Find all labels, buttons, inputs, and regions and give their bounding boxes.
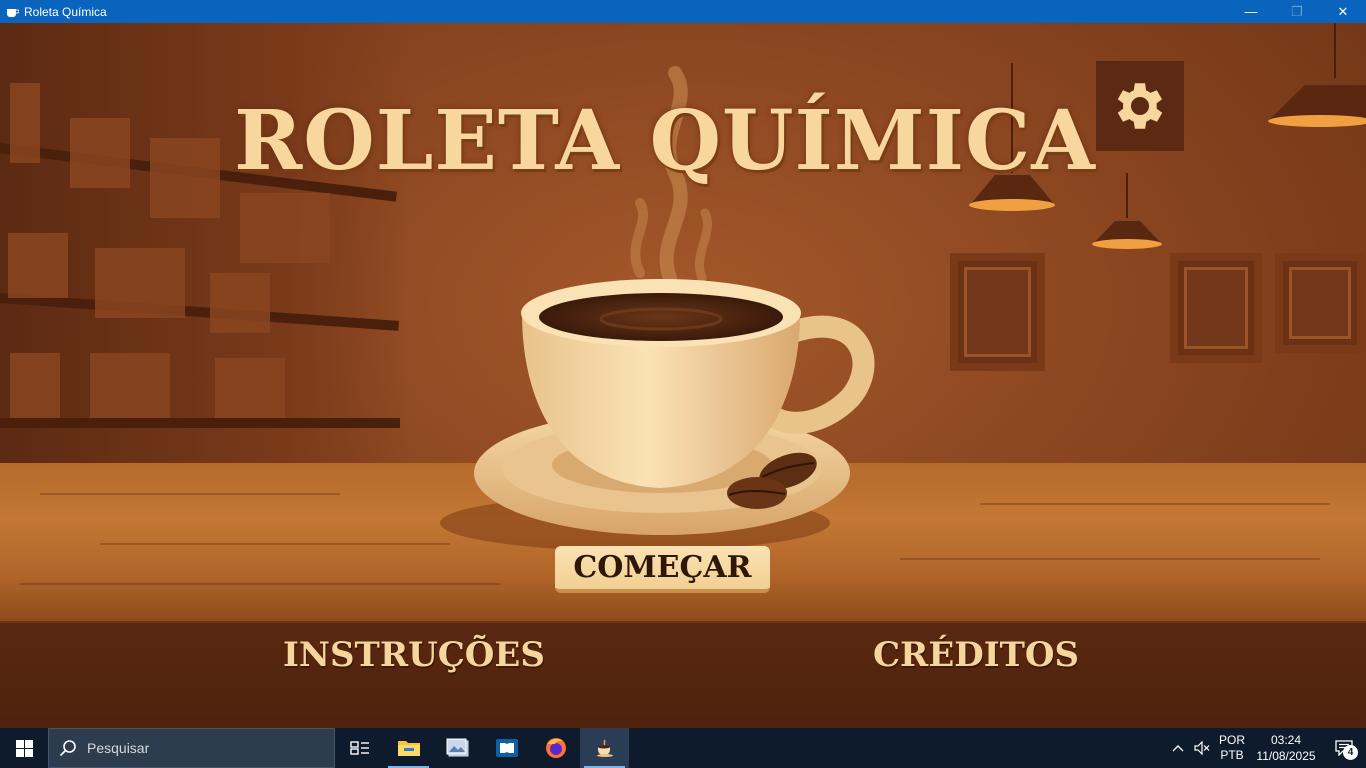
clock[interactable]: 03:24 11/08/2025 bbox=[1250, 728, 1322, 768]
system-tray: POR PTB 03:24 11/08/2025 4 bbox=[1166, 728, 1366, 768]
wood-grain bbox=[100, 543, 450, 545]
windows-start-button[interactable] bbox=[0, 728, 48, 768]
wood-grain bbox=[20, 583, 500, 585]
firefox-icon bbox=[545, 738, 566, 758]
close-button[interactable]: ✕ bbox=[1320, 0, 1366, 23]
volume-button[interactable] bbox=[1190, 728, 1214, 768]
window-controls: — ❐ ✕ bbox=[1228, 0, 1366, 23]
wall-picture-frame bbox=[1275, 253, 1365, 353]
taskbar-app-dolby[interactable] bbox=[482, 728, 531, 768]
chevron-up-icon bbox=[1172, 745, 1184, 752]
roleta-quimica-app-icon bbox=[596, 739, 613, 757]
taskbar-app-roleta-quimica[interactable] bbox=[580, 728, 629, 768]
search-icon bbox=[59, 740, 76, 757]
shelf bbox=[0, 418, 400, 428]
windows-logo-icon bbox=[15, 739, 33, 757]
book bbox=[8, 233, 68, 298]
window-title: Roleta Química bbox=[24, 4, 107, 19]
window-titlebar: Roleta Química — ❐ ✕ bbox=[0, 0, 1366, 23]
settings-button[interactable] bbox=[1096, 61, 1184, 151]
show-hidden-icons-button[interactable] bbox=[1166, 728, 1190, 768]
language-code: POR bbox=[1218, 733, 1245, 747]
table-front bbox=[0, 623, 1366, 728]
task-view-icon bbox=[349, 741, 369, 755]
photos-app-icon bbox=[446, 738, 468, 757]
game-scene: ROLETA QUÍMICA COMEÇAR INSTRUÇÕES CRÉDIT… bbox=[0, 23, 1366, 728]
instructions-link[interactable]: INSTRUÇÕES bbox=[283, 635, 545, 675]
wood-grain bbox=[40, 493, 340, 495]
book bbox=[210, 273, 270, 333]
clock-date: 11/08/2025 bbox=[1256, 749, 1316, 763]
book bbox=[240, 193, 330, 263]
file-explorer-icon bbox=[397, 741, 420, 756]
taskbar-app-photos[interactable] bbox=[433, 728, 482, 768]
start-button[interactable]: COMEÇAR bbox=[555, 546, 770, 593]
wood-grain bbox=[900, 558, 1320, 560]
search-input[interactable] bbox=[87, 740, 317, 756]
keyboard-layout: PTB bbox=[1220, 748, 1244, 762]
wall-picture-frame bbox=[1170, 253, 1262, 363]
notification-count-badge: 4 bbox=[1343, 745, 1358, 760]
gear-icon bbox=[1117, 83, 1163, 129]
book bbox=[10, 353, 60, 418]
book bbox=[90, 353, 170, 418]
taskbar-app-file-explorer[interactable] bbox=[384, 728, 433, 768]
maximize-button[interactable]: ❐ bbox=[1274, 0, 1320, 23]
credits-link[interactable]: CRÉDITOS bbox=[873, 635, 1079, 675]
wood-grain bbox=[980, 503, 1330, 505]
wall-picture-frame bbox=[950, 253, 1045, 371]
clock-time: 03:24 bbox=[1270, 733, 1302, 747]
volume-muted-icon bbox=[1194, 741, 1210, 755]
task-view-button[interactable] bbox=[335, 728, 384, 768]
input-language-indicator[interactable]: POR PTB bbox=[1214, 728, 1250, 768]
taskbar-app-firefox[interactable] bbox=[531, 728, 580, 768]
app-icon bbox=[5, 5, 19, 19]
book bbox=[95, 248, 185, 318]
book bbox=[215, 358, 285, 418]
taskbar-search[interactable] bbox=[48, 728, 335, 768]
dolby-access-icon bbox=[495, 739, 518, 757]
minimize-button[interactable]: — bbox=[1228, 0, 1274, 23]
notification-center-button[interactable]: 4 bbox=[1322, 728, 1366, 768]
taskbar: POR PTB 03:24 11/08/2025 4 bbox=[0, 728, 1366, 768]
